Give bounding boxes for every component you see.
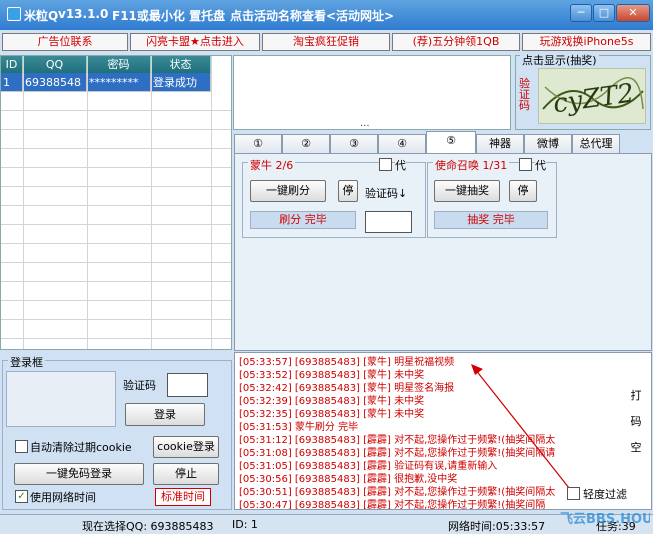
status-net-time: 网络时间:05:33:57: [448, 520, 546, 533]
tab-weibo[interactable]: 微博: [524, 134, 572, 153]
cell-qq: 69388548: [23, 73, 87, 92]
tab-4[interactable]: ④: [378, 134, 426, 153]
cell-password: *********: [87, 73, 151, 92]
ad-link-1[interactable]: 广告位联系: [2, 33, 128, 51]
status-current-qq: 现在选择QQ: 693885483: [82, 520, 214, 533]
col-header-qq[interactable]: QQ: [23, 56, 87, 73]
col-header-id[interactable]: ID: [1, 56, 23, 73]
login-captcha-input[interactable]: [167, 373, 208, 397]
cookie-login-button[interactable]: cookie登录: [153, 436, 219, 458]
captcha-text: cyZT2: [551, 78, 636, 119]
col-header-password[interactable]: 密码: [87, 56, 151, 73]
activity1-captcha-label: 验证码↓: [365, 187, 408, 200]
auto-clear-checkbox[interactable]: [15, 440, 28, 453]
cell-id: 1: [1, 73, 23, 92]
activity2-status: 抽奖 完毕: [434, 211, 548, 229]
login-captcha-label: 验证码: [123, 379, 156, 392]
login-panel-title: 登录框: [8, 354, 45, 370]
grid-divider: [151, 56, 152, 349]
display-dots: ...: [360, 118, 370, 129]
activity-display[interactable]: ...: [233, 55, 511, 130]
ad-link-4[interactable]: (荐)五分钟领1QB: [392, 33, 520, 51]
grid-divider: [87, 56, 88, 349]
account-table[interactable]: ID QQ 密码 状态 1 69388548 ********* 登录成功: [0, 55, 232, 350]
captcha-image-art: cyZT2: [542, 77, 644, 119]
captcha-label: 验证码: [519, 77, 530, 112]
status-id: ID: 1: [232, 518, 258, 531]
watermark-logo: 飞云BBS.HOUDAO.COM: [560, 512, 650, 527]
activity-link-hint[interactable]: 点击活动名称查看<活动网址>: [230, 7, 394, 24]
stop-login-button[interactable]: 停止: [153, 463, 219, 485]
activity1-stop-button[interactable]: 停: [338, 180, 358, 202]
ad-bar: 广告位联系 闪亮卡盟★点击进入 淘宝疯狂促销 (荐)五分钟领1QB 玩游戏换iP…: [2, 33, 651, 52]
close-button[interactable]: ✕: [616, 4, 650, 22]
filter-checkbox[interactable]: [567, 487, 580, 500]
filter-label: 轻度过滤: [583, 486, 627, 502]
tab-3[interactable]: ③: [330, 134, 378, 153]
ad-link-5[interactable]: 玩游戏换iPhone5s: [522, 33, 651, 51]
tab-1[interactable]: ①: [234, 134, 282, 153]
tab-tools[interactable]: 神器: [476, 134, 524, 153]
ad-link-3[interactable]: 淘宝疯狂促销: [262, 33, 390, 51]
activity-tabs: ① ② ③ ④ ⑤ 神器 微博 总代理: [234, 131, 652, 154]
app-icon: [7, 7, 21, 21]
grid-divider: [211, 56, 212, 349]
empty-rows: [1, 92, 231, 349]
net-time-checkbox[interactable]: ✓: [15, 490, 28, 503]
login-button[interactable]: 登录: [125, 403, 205, 426]
activity1-name: 蒙牛 2/6: [248, 157, 296, 173]
log-area[interactable]: [05:33:57] [693885483] [蒙牛] 明星祝福视频 [05:3…: [234, 352, 652, 510]
activity1-status: 刷分 完毕: [250, 211, 356, 229]
grid-divider: [23, 56, 24, 349]
activity1-proxy-checkbox[interactable]: [379, 158, 392, 171]
activity1-captcha-input[interactable]: [365, 211, 412, 233]
activity2-proxy-checkbox[interactable]: [519, 158, 532, 171]
captcha-title[interactable]: 点击显示(抽奖): [520, 52, 599, 68]
activity2-name: 使命召唤 1/31: [433, 157, 510, 173]
status-bar: 现在选择QQ: 693885483 ID: 1 网络时间:05:33:57 任务…: [0, 514, 653, 534]
activity1-proxy-label: 代: [395, 157, 406, 173]
standard-time-button[interactable]: 标准时间: [155, 488, 211, 506]
net-time-label: 使用网络时间: [30, 491, 96, 504]
app-title: 米粒Q: [24, 9, 59, 23]
app-version: v13.1.0: [58, 7, 109, 21]
minimize-button[interactable]: ─: [570, 4, 592, 22]
tab-5[interactable]: ⑤: [426, 131, 476, 154]
maximize-button[interactable]: □: [593, 4, 615, 22]
title-bar: 米粒Q v13.1.0 F11或最小化 置托盘 点击活动名称查看<活动网址> ─…: [0, 0, 653, 30]
auto-clear-label: 自动清除过期cookie: [30, 441, 132, 454]
shortcut-hint: F11或最小化 置托盘: [112, 9, 226, 23]
one-key-login-button[interactable]: 一键免码登录: [14, 463, 144, 485]
activity2-stop-button[interactable]: 停: [509, 180, 537, 202]
tab-panel: 蒙牛 2/6 代 一键刷分 停 验证码↓ 刷分 完毕 使命召唤 1/31 代 一…: [234, 153, 652, 351]
cell-status: 登录成功: [151, 73, 211, 92]
login-info-box: [6, 371, 116, 427]
ad-link-2[interactable]: 闪亮卡盟★点击进入: [130, 33, 260, 51]
activity2-action-button[interactable]: 一键抽奖: [434, 180, 500, 202]
captcha-image[interactable]: cyZT2: [538, 68, 646, 124]
tab-2[interactable]: ②: [282, 134, 330, 153]
col-header-status[interactable]: 状态: [151, 56, 211, 73]
activity1-action-button[interactable]: 一键刷分: [250, 180, 326, 202]
table-row[interactable]: 1 69388548 ********* 登录成功: [1, 73, 211, 92]
activity2-proxy-label: 代: [535, 157, 546, 173]
tab-agent[interactable]: 总代理: [572, 134, 620, 153]
